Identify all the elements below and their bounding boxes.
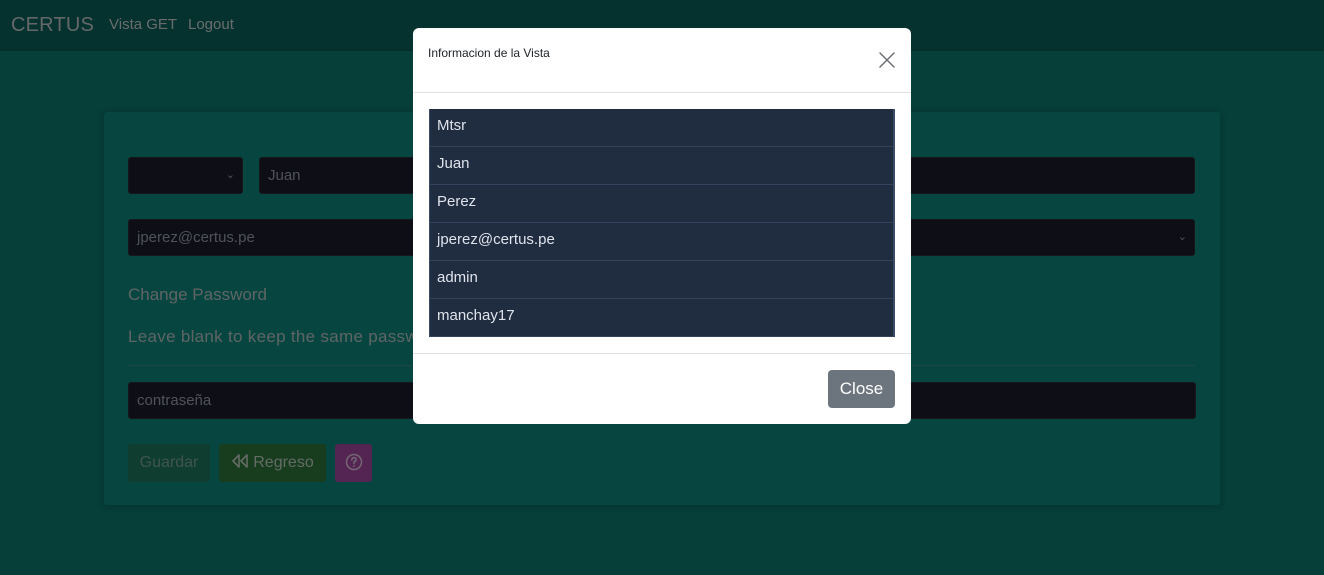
divider [413,92,911,93]
close-button[interactable]: Close [828,370,895,408]
list-item: manchay17 [429,299,895,337]
divider [413,353,911,354]
modal-title: Informacion de la Vista [428,46,550,60]
info-modal: Informacion de la Vista Mtsr Juan Perez … [413,28,911,424]
list-item: Perez [429,185,895,223]
list-item: admin [429,261,895,299]
list-item: Juan [429,147,895,185]
close-icon[interactable] [877,50,897,70]
list-item: Mtsr [429,109,895,147]
list-item: jperez@certus.pe [429,223,895,261]
info-list: Mtsr Juan Perez jperez@certus.pe admin m… [429,109,895,337]
